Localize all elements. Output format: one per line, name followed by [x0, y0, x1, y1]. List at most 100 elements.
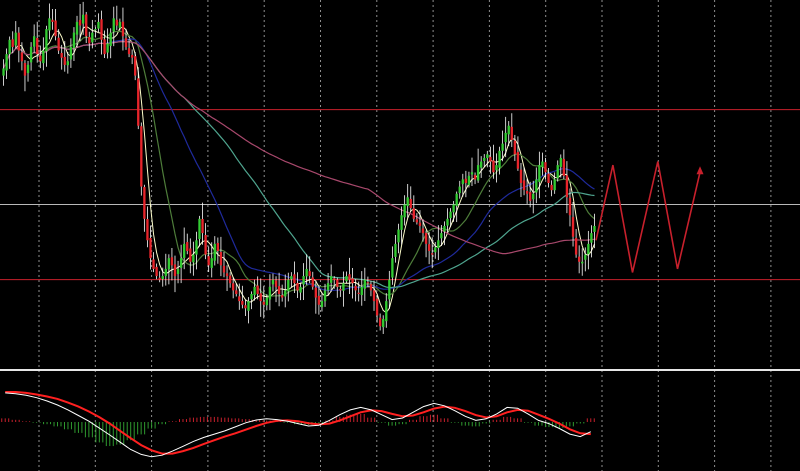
candle-down	[85, 14, 88, 37]
candle-up	[434, 247, 437, 253]
candle-up	[501, 143, 504, 151]
candle-down	[23, 63, 27, 76]
candle-down	[577, 256, 581, 262]
candle-up	[397, 229, 400, 243]
candle-down	[418, 222, 422, 226]
candle-down	[152, 259, 155, 269]
candle-down	[238, 296, 241, 302]
candle-up	[394, 243, 397, 257]
candle-up	[559, 157, 562, 167]
candle-down	[378, 317, 382, 327]
candle-up	[164, 268, 167, 276]
candle-down	[225, 273, 229, 277]
candle-up	[452, 204, 455, 213]
candle-down	[201, 218, 204, 234]
macd-histogram	[1, 413, 595, 447]
candle-down	[11, 39, 14, 47]
candle-up	[167, 258, 171, 270]
candle-down	[574, 238, 578, 255]
candle-up	[449, 211, 452, 219]
candle-up	[400, 215, 403, 230]
candle-up	[443, 225, 446, 232]
candle-up	[455, 193, 458, 206]
candle-down	[189, 248, 192, 262]
candle-up	[26, 64, 30, 74]
moving-averages	[2, 25, 595, 314]
candle-down	[492, 160, 495, 173]
candle-down	[415, 219, 419, 223]
grid-lines	[38, 0, 772, 471]
candle-down	[51, 19, 54, 22]
candle-up	[268, 286, 272, 300]
candle-up	[532, 193, 535, 200]
candle-down	[317, 295, 321, 305]
candle-down	[357, 292, 360, 294]
candle-down	[464, 178, 468, 183]
moving-average-line	[2, 30, 595, 297]
candle-down	[204, 234, 207, 255]
candle-up	[81, 14, 85, 24]
candle-down	[259, 293, 262, 302]
candle-up	[91, 32, 94, 43]
candle-down	[207, 256, 210, 266]
candle-up	[290, 276, 293, 280]
candle-down	[519, 169, 523, 183]
candle-up	[161, 276, 164, 280]
candle-down	[222, 265, 226, 273]
candle-up	[495, 165, 498, 171]
candle-down	[140, 126, 143, 187]
candle-up	[42, 50, 45, 64]
candle-up	[329, 276, 333, 283]
macd-lines	[5, 391, 592, 458]
moving-average-line	[2, 38, 595, 291]
candle-down	[427, 244, 431, 252]
candle-up	[385, 301, 388, 322]
candle-down	[568, 197, 572, 216]
candle-up	[538, 165, 541, 182]
projection-path	[595, 161, 704, 273]
candle-up	[403, 204, 406, 218]
candle-down	[431, 253, 434, 255]
candle-up	[581, 261, 584, 264]
candle-up	[388, 279, 391, 300]
candle-down	[124, 38, 128, 47]
candle-up	[69, 46, 73, 60]
candle-up	[72, 32, 76, 49]
candle-up	[284, 290, 287, 297]
candle-down	[293, 274, 296, 284]
candle-down	[241, 300, 244, 305]
candle-up	[48, 18, 51, 31]
candle-up	[360, 286, 363, 296]
candle-down	[333, 278, 336, 280]
candle-down	[158, 277, 161, 280]
candle-down	[232, 283, 235, 291]
candle-up	[541, 161, 544, 168]
candle-up	[440, 233, 443, 239]
candle-down	[143, 187, 146, 219]
candle-up	[109, 32, 112, 46]
candle-up	[247, 301, 250, 311]
moving-average-line	[2, 40, 595, 289]
candle-up	[584, 254, 587, 260]
candle-down	[565, 175, 569, 198]
candle-up	[406, 197, 409, 206]
candle-down	[550, 184, 553, 191]
candle-up	[5, 54, 8, 71]
candle-up	[507, 125, 510, 135]
candle-down	[121, 21, 125, 37]
candle-up	[299, 286, 302, 293]
candle-up	[198, 218, 201, 240]
candle-down	[571, 217, 575, 237]
candlesticks	[2, 1, 596, 334]
candle-down	[137, 78, 140, 126]
candle-up	[29, 46, 33, 63]
candle-up	[183, 243, 186, 258]
candle-down	[522, 180, 526, 191]
candle-up	[176, 268, 180, 275]
candle-down	[409, 198, 412, 209]
candle-up	[326, 283, 330, 291]
candle-down	[219, 252, 223, 266]
candle-down	[262, 301, 265, 305]
candle-down	[516, 152, 520, 169]
candle-down	[473, 174, 477, 180]
